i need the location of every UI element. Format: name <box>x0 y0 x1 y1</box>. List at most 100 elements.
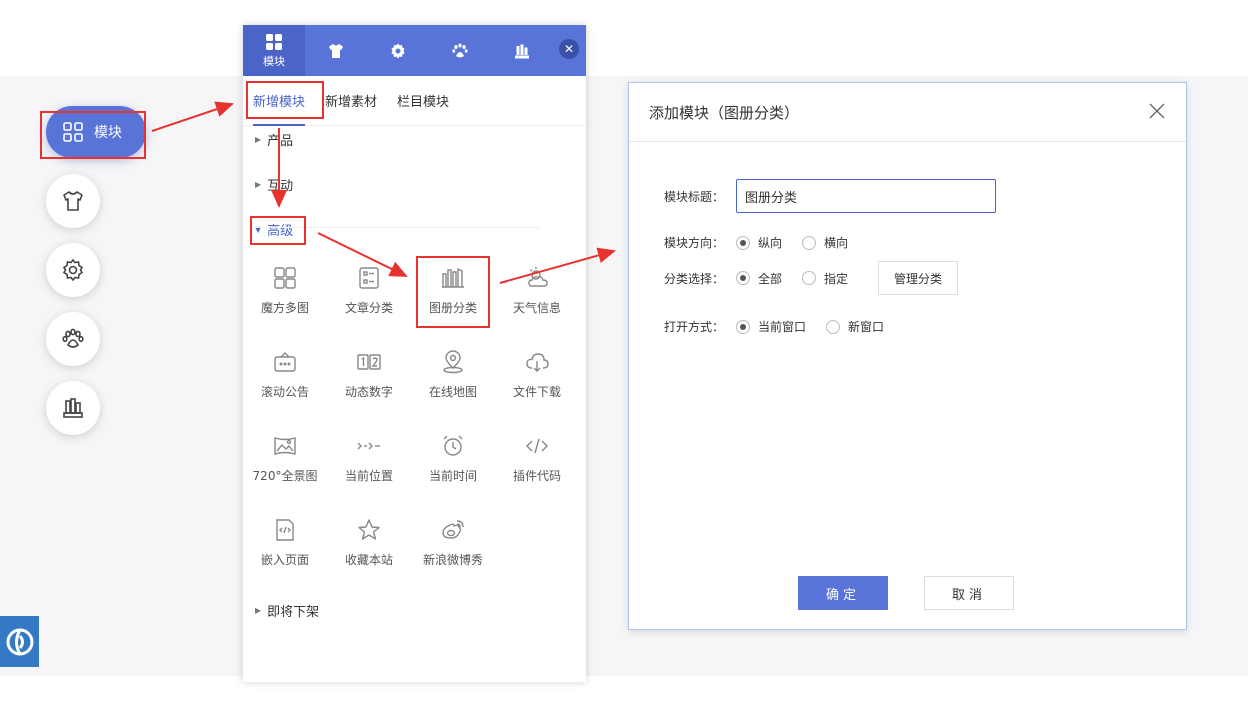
dialog-title: 添加模块（图册分类） <box>649 103 800 122</box>
radio-all[interactable]: 全部 <box>736 270 782 287</box>
category-advanced[interactable]: ▼ 高级 <box>255 220 293 239</box>
paw-fab-button[interactable] <box>46 312 100 366</box>
settings-fab-button[interactable] <box>46 243 100 297</box>
module-panel: 模块 ✕ 新增模块 新增素材 栏目模块 ▶ 产品 ▶ 互动 ▼ 高级 魔方多图 … <box>243 25 586 682</box>
subtab-column-module[interactable]: 栏目模块 <box>397 76 449 126</box>
module-label: 新浪微博秀 <box>422 553 483 567</box>
tab-style[interactable] <box>305 25 367 76</box>
module-label: 收藏本站 <box>344 553 393 567</box>
module-dynamic-number[interactable]: 动态数字 <box>327 349 411 400</box>
radio-new-window[interactable]: 新窗口 <box>826 318 884 335</box>
tab-modules-label: 模块 <box>263 54 285 68</box>
radio-horizontal[interactable]: 横向 <box>802 234 848 251</box>
category-advanced-label: 高级 <box>267 224 294 239</box>
field-label: 模块方向： <box>664 236 725 250</box>
module-fab-button[interactable]: 模块 <box>46 106 146 158</box>
tab-library[interactable] <box>491 25 553 76</box>
field-direction: 模块方向： 纵向 横向 <box>664 234 868 251</box>
caret-right-icon: ▶ <box>255 180 262 189</box>
alarm-clock-icon <box>443 435 463 456</box>
confirm-button[interactable]: 确定 <box>798 576 888 610</box>
panorama-icon <box>274 437 296 455</box>
manage-category-button[interactable]: 管理分类 <box>878 261 959 295</box>
close-icon[interactable] <box>1146 100 1168 122</box>
radio-dot <box>736 235 750 250</box>
weather-icon <box>528 267 548 287</box>
radio-vertical[interactable]: 纵向 <box>736 234 782 251</box>
module-label: 动态数字 <box>344 385 393 399</box>
radio-current-window[interactable]: 当前窗口 <box>736 318 806 335</box>
grid-icon <box>62 121 84 143</box>
module-album-category[interactable]: 图册分类 <box>411 265 495 316</box>
module-label: 滚动公告 <box>260 385 309 399</box>
radio-dot <box>826 319 841 334</box>
panel-close-button[interactable]: ✕ <box>559 39 579 59</box>
module-embed-page[interactable]: 嵌入页面 <box>243 517 327 568</box>
paw-icon <box>452 43 468 57</box>
module-label: 720°全景图 <box>252 469 318 483</box>
paw-icon <box>62 328 84 348</box>
gear-icon <box>62 258 84 282</box>
divider <box>253 227 539 228</box>
module-label: 插件代码 <box>512 469 561 483</box>
module-label: 在线地图 <box>428 385 477 399</box>
weibo-icon <box>442 520 464 539</box>
category-products[interactable]: ▶ 产品 <box>255 130 293 149</box>
tab-pets[interactable] <box>429 25 491 76</box>
grid-icon <box>266 33 282 50</box>
article-list-icon <box>359 267 379 289</box>
caret-right-icon: ▶ <box>255 135 262 144</box>
field-label: 打开方式： <box>664 320 725 334</box>
style-fab-button[interactable] <box>46 174 100 228</box>
radio-specified[interactable]: 指定 <box>802 270 848 287</box>
brand-logo <box>0 616 39 667</box>
module-article-category[interactable]: 文章分类 <box>327 265 411 316</box>
module-magic-cube[interactable]: 魔方多图 <box>243 265 327 316</box>
radio-dot <box>736 319 750 334</box>
embed-page-icon <box>276 519 294 541</box>
notice-icon <box>274 352 296 372</box>
category-products-label: 产品 <box>267 134 294 149</box>
module-scroll-notice[interactable]: 滚动公告 <box>243 349 327 400</box>
cancel-button[interactable]: 取消 <box>924 576 1014 610</box>
category-interact[interactable]: ▶ 互动 <box>255 175 293 194</box>
library-fab-button[interactable] <box>46 381 100 435</box>
module-weibo-show[interactable]: 新浪微博秀 <box>411 517 495 568</box>
radio-label: 新窗口 <box>848 320 885 334</box>
module-plugin-code[interactable]: 插件代码 <box>495 433 579 484</box>
category-retiring[interactable]: ▶ 即将下架 <box>255 601 319 620</box>
cube-grid-icon <box>274 267 296 289</box>
module-title-value: 图册分类 <box>745 190 798 206</box>
module-current-location[interactable]: 当前位置 <box>327 433 411 484</box>
tab-settings[interactable] <box>367 25 429 76</box>
cloud-download-icon <box>526 353 549 372</box>
bookshelf-icon <box>515 44 529 58</box>
panel-top-tabs: 模块 ✕ <box>243 25 586 76</box>
field-open-mode: 打开方式： 当前窗口 新窗口 <box>664 318 904 335</box>
subtab-new-module[interactable]: 新增模块 <box>253 76 306 126</box>
module-fab-label: 模块 <box>94 125 122 141</box>
radio-dot <box>802 235 817 250</box>
star-icon <box>358 519 380 540</box>
radio-label: 横向 <box>824 236 849 250</box>
module-file-download[interactable]: 文件下载 <box>495 349 579 400</box>
module-label: 当前时间 <box>428 469 477 483</box>
module-bookmark-site[interactable]: 收藏本站 <box>327 517 411 568</box>
module-current-time[interactable]: 当前时间 <box>411 433 495 484</box>
category-interact-label: 互动 <box>267 179 294 194</box>
add-module-dialog: 添加模块（图册分类） 模块标题： 图册分类 模块方向： 纵向 横向 分类选择： <box>628 82 1187 630</box>
module-panorama[interactable]: 720°全景图 <box>243 433 327 484</box>
tab-modules[interactable]: 模块 <box>243 25 305 76</box>
panel-subtabs: 新增模块 新增素材 栏目模块 <box>243 76 586 126</box>
field-module-title: 模块标题： 图册分类 <box>664 179 996 213</box>
module-label: 天气信息 <box>512 301 561 315</box>
module-weather[interactable]: 天气信息 <box>495 265 579 316</box>
radio-label: 当前窗口 <box>758 320 807 334</box>
module-label: 当前位置 <box>344 469 393 483</box>
screen: 模块 模块 ✕ 新增模块 新增素材 栏目模块 ▶ 产品 ▶ 互动 ▼ 高级 魔方… <box>0 0 1248 709</box>
subtab-new-material[interactable]: 新增素材 <box>325 76 377 126</box>
module-title-input[interactable]: 图册分类 <box>736 179 996 213</box>
album-icon <box>442 267 464 288</box>
module-label: 文章分类 <box>344 301 393 315</box>
module-online-map[interactable]: 在线地图 <box>411 349 495 400</box>
